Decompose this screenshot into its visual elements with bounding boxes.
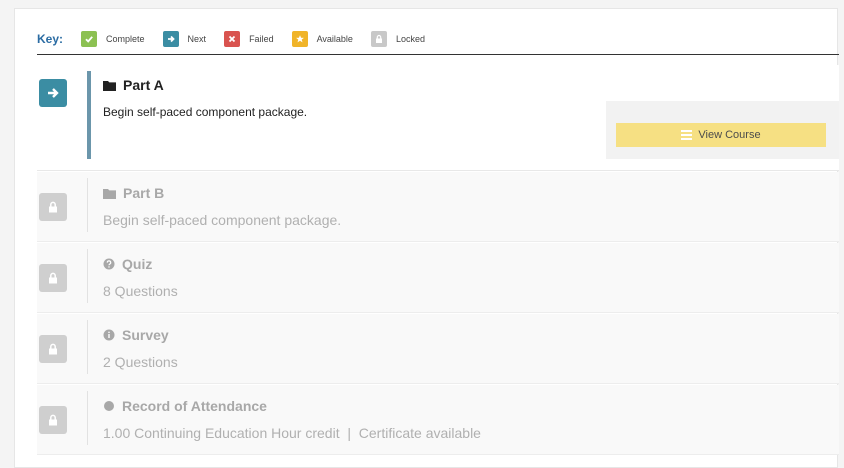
item-description: 2 Questions	[103, 354, 178, 370]
lock-icon	[39, 335, 67, 363]
question-circle-icon	[103, 258, 115, 270]
key-label: Failed	[249, 33, 274, 44]
key-label: Available	[316, 33, 353, 44]
key-item-failed: Failed	[224, 30, 274, 47]
item-title: Quiz	[103, 256, 152, 272]
key-item-complete: Complete	[81, 30, 145, 47]
lock-icon	[39, 406, 67, 434]
key-item-available: Available	[291, 30, 353, 47]
key-item-locked: Locked	[370, 30, 425, 47]
item-title-text: Survey	[122, 327, 169, 343]
item-description: 1.00 Continuing Education Hour credit | …	[103, 425, 481, 441]
key-label: Locked	[395, 33, 425, 44]
divider	[87, 178, 88, 232]
item-title: Record of Attendance	[103, 398, 267, 414]
item-description: 8 Questions	[103, 283, 178, 299]
course-panel: Key: Complete Next Failed Available Lock…	[14, 8, 839, 468]
key-label: Complete	[106, 33, 145, 44]
item-title-text: Quiz	[122, 256, 153, 272]
list-item-part-a[interactable]: Part A Begin self-paced component packag…	[37, 65, 839, 171]
course-action-box: View Course	[606, 101, 839, 159]
view-course-label: View Course	[698, 129, 761, 141]
folder-icon	[103, 188, 116, 199]
key-item-next: Next	[162, 30, 207, 47]
list-item-quiz: Quiz 8 Questions	[37, 243, 839, 313]
folder-icon	[103, 80, 116, 91]
divider	[87, 249, 88, 303]
check-icon	[81, 30, 98, 47]
list-icon	[681, 130, 693, 140]
item-title-text: Record of Attendance	[122, 398, 267, 414]
star-icon	[291, 30, 308, 47]
item-description: Begin self-paced component package.	[103, 105, 308, 119]
list-item-record-of-attendance: Record of Attendance 1.00 Continuing Edu…	[37, 385, 839, 455]
key-label: Next	[187, 33, 207, 44]
item-title-text: Part A	[123, 77, 164, 93]
item-title: Part B	[103, 185, 164, 201]
item-title-text: Part B	[123, 185, 165, 201]
status-key: Key: Complete Next Failed Available Lock…	[37, 25, 839, 55]
view-course-button[interactable]: View Course	[616, 123, 826, 147]
divider	[87, 320, 88, 374]
item-description: Begin self-paced component package.	[103, 212, 342, 228]
lock-icon	[370, 30, 387, 47]
info-circle-icon	[103, 329, 115, 341]
lock-icon	[39, 193, 67, 221]
list-item-part-b: Part B Begin self-paced component packag…	[37, 172, 839, 242]
circle-icon	[103, 400, 115, 412]
key-title: Key:	[37, 31, 64, 46]
lock-icon	[39, 264, 67, 292]
list-item-survey: Survey 2 Questions	[37, 314, 839, 384]
divider	[87, 391, 88, 445]
item-title: Survey	[103, 327, 169, 343]
x-icon	[224, 30, 241, 47]
item-title: Part A	[103, 77, 164, 93]
active-indicator-bar	[87, 71, 91, 159]
arrow-right-icon	[162, 30, 179, 47]
arrow-right-icon	[39, 79, 67, 107]
